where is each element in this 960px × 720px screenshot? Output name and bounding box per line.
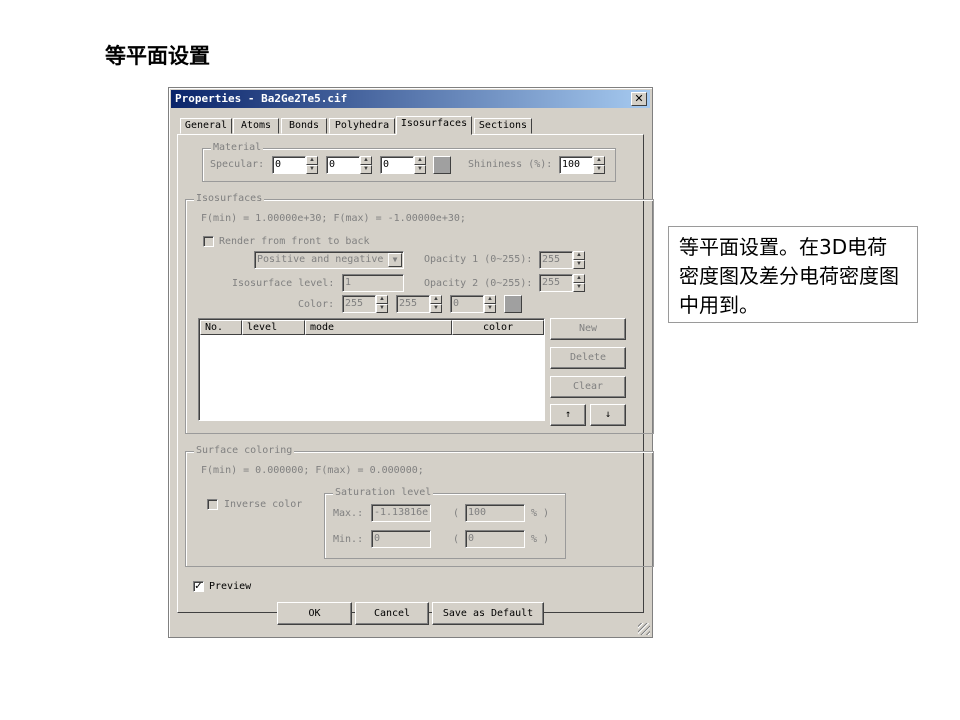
material-label: Material bbox=[211, 142, 264, 153]
opacity1-spinner[interactable]: ▲ ▼ bbox=[573, 251, 585, 269]
iso-color-g-input[interactable]: 255 bbox=[396, 295, 430, 313]
saturation-max-input[interactable]: -1.13816e bbox=[371, 504, 431, 522]
surface-coloring-group: Surface coloring F(min) = 0.000000; F(ma… bbox=[185, 445, 654, 567]
tab-polyhedra[interactable]: Polyhedra bbox=[329, 118, 395, 134]
isosurface-table[interactable]: No. level mode color bbox=[198, 318, 545, 421]
saturation-min-pct-input[interactable]: 0 bbox=[465, 530, 525, 548]
material-group: Material Specular: 0 ▲ ▼ 0 ▲ ▼ 0 ▲ ▼ Shinin… bbox=[202, 142, 616, 182]
specular-b-spinner[interactable]: ▲ ▼ bbox=[414, 156, 426, 174]
col-color[interactable]: color bbox=[452, 320, 544, 335]
move-down-button[interactable]: ↓ bbox=[590, 404, 626, 426]
max-paren: ( bbox=[453, 508, 460, 519]
shininess-label: Shininess (%): bbox=[468, 159, 553, 170]
max-label: Max.: bbox=[333, 508, 364, 519]
new-button[interactable]: New bbox=[550, 318, 626, 340]
iso-color-b-spinner[interactable]: ▲ ▼ bbox=[484, 295, 496, 313]
clear-button[interactable]: Clear bbox=[550, 376, 626, 398]
move-up-button[interactable]: ↑ bbox=[550, 404, 586, 426]
cancel-button[interactable]: Cancel bbox=[355, 602, 429, 625]
saturation-min-input[interactable]: 0 bbox=[371, 530, 431, 548]
tab-bonds[interactable]: Bonds bbox=[281, 118, 327, 134]
preview-label: Preview bbox=[209, 581, 252, 592]
opacity1-input[interactable]: 255 bbox=[539, 251, 573, 269]
saturation-max-pct-input[interactable]: 100 bbox=[465, 504, 525, 522]
specular-r-input[interactable]: 0 bbox=[272, 156, 306, 174]
tab-isosurfaces[interactable]: Isosurfaces bbox=[396, 116, 472, 135]
iso-color-r-input[interactable]: 255 bbox=[342, 295, 376, 313]
isosurface-range-text: F(min) = 1.00000e+30; F(max) = -1.00000e… bbox=[201, 213, 466, 224]
saturation-level-group: Saturation level Max.: -1.13816e ( 100 %… bbox=[324, 487, 566, 559]
min-label: Min.: bbox=[333, 534, 364, 545]
tab-general[interactable]: General bbox=[180, 118, 232, 134]
mode-select-value: Positive and negative bbox=[257, 254, 384, 265]
properties-dialog: Properties - Ba2Ge2Te5.cif ✕ General Ato… bbox=[168, 87, 654, 638]
annotation-note: 等平面设置。在3D电荷密度图及差分电荷密度图中用到。 bbox=[668, 226, 918, 323]
opacity2-spinner[interactable]: ▲ ▼ bbox=[573, 274, 585, 292]
surface-range-text: F(min) = 0.000000; F(max) = 0.000000; bbox=[201, 465, 424, 476]
specular-r-spinner[interactable]: ▲ ▼ bbox=[306, 156, 318, 174]
specular-g-input[interactable]: 0 bbox=[326, 156, 360, 174]
shininess-input[interactable]: 100 bbox=[559, 156, 593, 174]
specular-g-spinner[interactable]: ▲ ▼ bbox=[360, 156, 372, 174]
col-level[interactable]: level bbox=[242, 320, 305, 335]
tab-sections[interactable]: Sections bbox=[474, 118, 532, 134]
isosurface-level-input[interactable]: 1 bbox=[342, 274, 404, 292]
close-icon[interactable]: ✕ bbox=[631, 92, 647, 106]
render-front-to-back-checkbox[interactable] bbox=[203, 236, 214, 247]
mode-select[interactable]: Positive and negative ▼ bbox=[254, 251, 404, 269]
min-pct-suffix: % ) bbox=[531, 534, 550, 545]
isosurface-level-label: Isosurface level: bbox=[232, 278, 335, 289]
delete-button[interactable]: Delete bbox=[550, 347, 626, 369]
slide-title: 等平面设置 bbox=[105, 44, 210, 68]
chevron-down-icon[interactable]: ▼ bbox=[388, 253, 402, 267]
iso-color-r-spinner[interactable]: ▲ ▼ bbox=[376, 295, 388, 313]
color-label: Color: bbox=[298, 299, 335, 310]
tab-atoms[interactable]: Atoms bbox=[233, 118, 279, 134]
shininess-spinner[interactable]: ▲ ▼ bbox=[593, 156, 605, 174]
resize-grip-icon[interactable] bbox=[638, 623, 650, 635]
surface-coloring-label: Surface coloring bbox=[194, 445, 295, 456]
window-title: Properties - Ba2Ge2Te5.cif bbox=[175, 92, 348, 105]
render-front-to-back-label: Render from front to back bbox=[219, 236, 370, 247]
isosurfaces-panel: Material Specular: 0 ▲ ▼ 0 ▲ ▼ 0 ▲ ▼ Shinin… bbox=[177, 134, 654, 613]
opacity2-input[interactable]: 255 bbox=[539, 274, 573, 292]
max-pct-suffix: % ) bbox=[531, 508, 550, 519]
min-paren: ( bbox=[453, 534, 460, 545]
col-mode[interactable]: mode bbox=[305, 320, 452, 335]
specular-b-input[interactable]: 0 bbox=[380, 156, 414, 174]
saturation-level-label: Saturation level bbox=[333, 487, 434, 498]
specular-color-swatch[interactable] bbox=[433, 156, 451, 174]
specular-label: Specular: bbox=[210, 159, 265, 170]
iso-color-g-spinner[interactable]: ▲ ▼ bbox=[430, 295, 442, 313]
title-bar[interactable]: Properties - Ba2Ge2Te5.cif ✕ bbox=[171, 90, 650, 108]
iso-color-b-input[interactable]: 0 bbox=[450, 295, 484, 313]
inverse-color-label: Inverse color bbox=[224, 499, 303, 510]
save-as-default-button[interactable]: Save as Default bbox=[432, 602, 544, 625]
opacity1-label: Opacity 1 (0~255): bbox=[424, 254, 533, 265]
preview-checkbox[interactable]: ✓ bbox=[193, 581, 204, 592]
col-no[interactable]: No. bbox=[200, 320, 242, 335]
isosurfaces-label: Isosurfaces bbox=[194, 193, 265, 204]
inverse-color-checkbox[interactable] bbox=[207, 499, 218, 510]
iso-color-swatch[interactable] bbox=[504, 295, 522, 313]
ok-button[interactable]: OK bbox=[277, 602, 352, 625]
opacity2-label: Opacity 2 (0~255): bbox=[424, 278, 533, 289]
